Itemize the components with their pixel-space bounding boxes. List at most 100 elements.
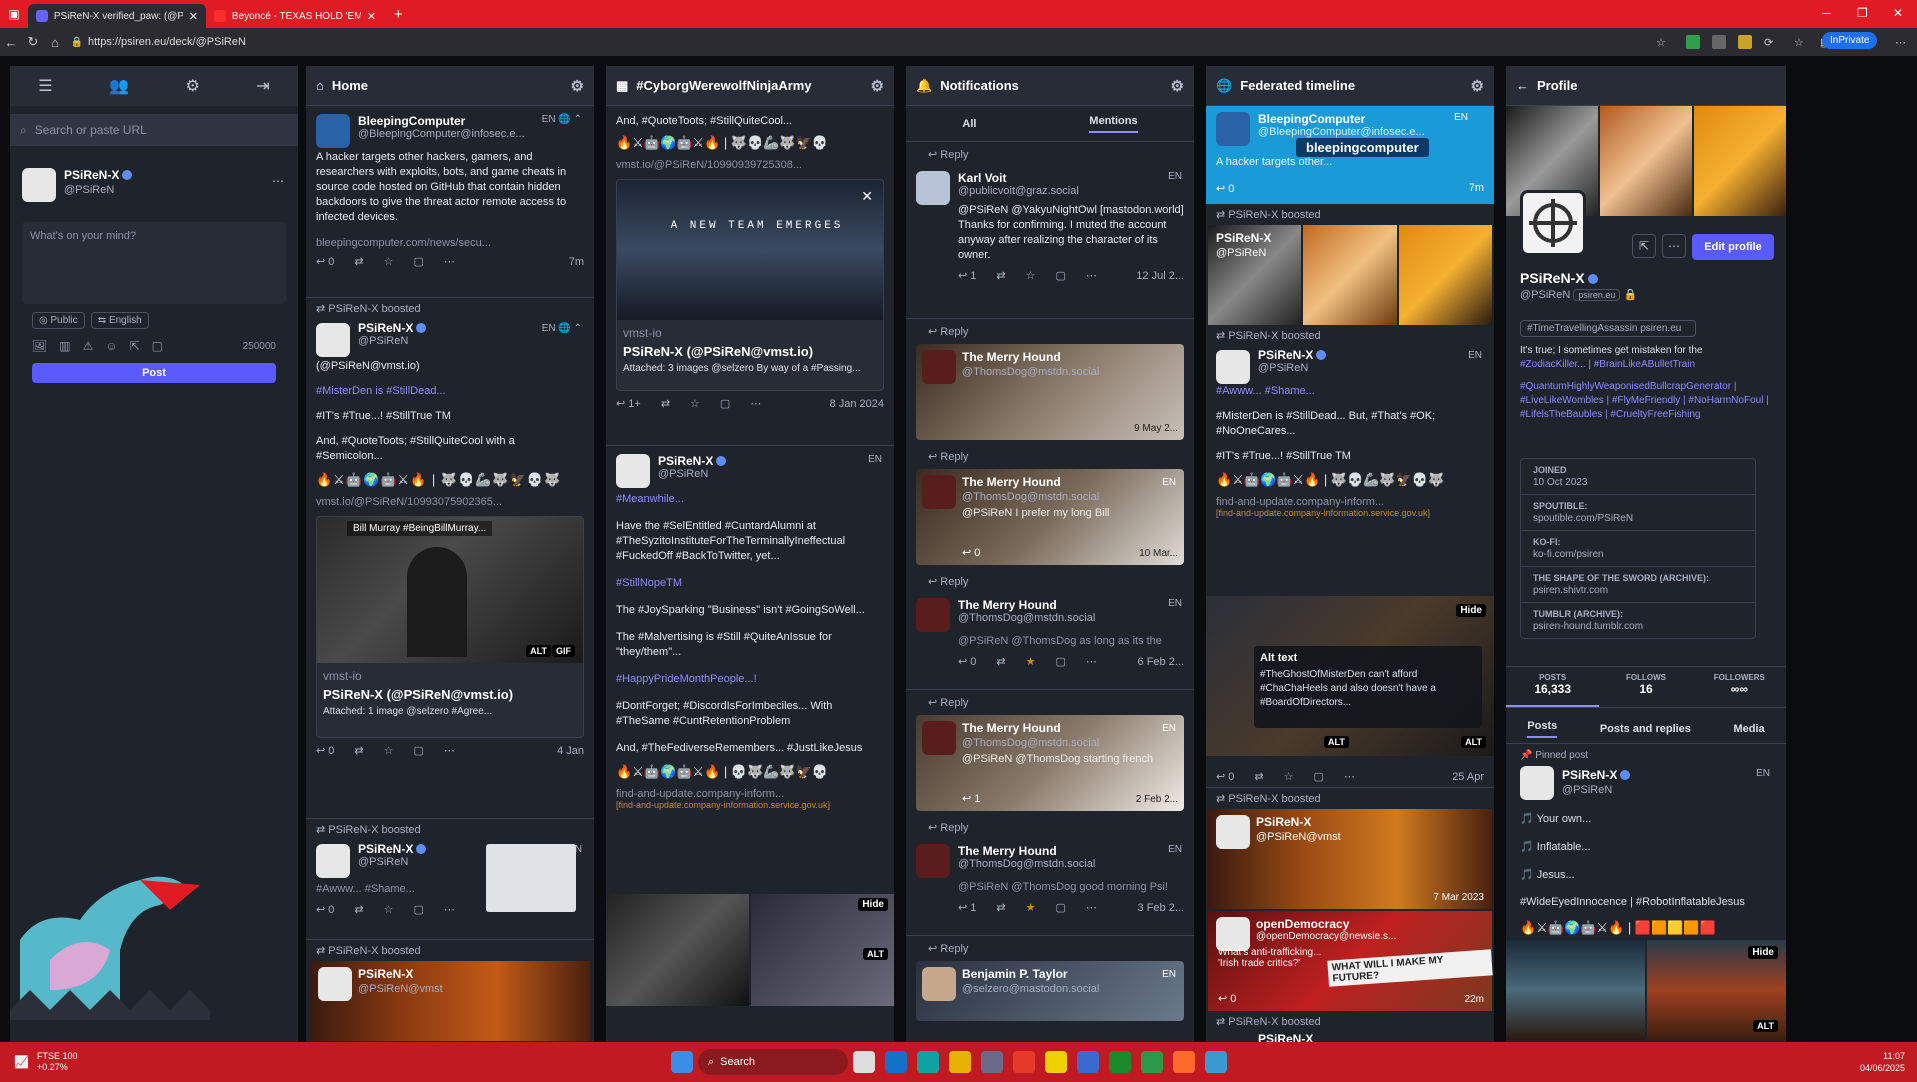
- favourite-icon[interactable]: ☆: [384, 903, 394, 916]
- reply-button[interactable]: ↩ 1+: [616, 397, 641, 410]
- media-gallery[interactable]: PSiReN-X @PSiReN: [1208, 225, 1492, 325]
- attach-media-icon[interactable]: 🖼: [32, 339, 47, 353]
- post-time[interactable]: 8 Jan 2024: [830, 398, 884, 410]
- avatar[interactable]: [916, 844, 950, 878]
- screenshot-thumbnail[interactable]: [486, 844, 576, 912]
- boost-icon[interactable]: ⇄: [354, 255, 363, 268]
- post-link[interactable]: vmst.io/@PSiReN/10993075902365...: [316, 496, 584, 508]
- media-gallery[interactable]: Hide Alt text #TheGhostOfMisterDen can't…: [1206, 596, 1494, 756]
- post-time[interactable]: 3 Feb 2...: [1138, 902, 1184, 914]
- avatar[interactable]: [1520, 766, 1554, 800]
- bookmark-icon[interactable]: ▢: [1056, 655, 1066, 668]
- reply-button[interactable]: ↩ 0: [1216, 770, 1234, 783]
- more-icon[interactable]: ⋯: [444, 903, 455, 916]
- reply-button[interactable]: ↩ 0: [316, 255, 334, 268]
- boost-icon[interactable]: ⇄: [996, 901, 1005, 914]
- avatar[interactable]: [1216, 350, 1250, 384]
- favourite-icon[interactable]: ★: [1026, 655, 1036, 668]
- post-handle[interactable]: @PSiReN: [1258, 362, 1484, 374]
- notification-item[interactable]: The Merry Hound @ThomsDog@mstdn.social E…: [906, 590, 1194, 690]
- post-time[interactable]: 25 Apr: [1452, 771, 1484, 783]
- avatar[interactable]: [22, 168, 56, 202]
- post-author[interactable]: The Merry Hound: [958, 598, 1057, 612]
- more-icon[interactable]: ⋯: [444, 255, 455, 268]
- stock-widget[interactable]: FTSE 100 +0.27%: [37, 1051, 78, 1073]
- app-icon[interactable]: [1013, 1051, 1035, 1073]
- inprivate-badge[interactable]: InPrivate: [1822, 32, 1878, 49]
- avatar[interactable]: [916, 171, 950, 205]
- link-card[interactable]: Bill Murray #BeingBillMurray... ALT GIF …: [316, 516, 584, 738]
- status-post[interactable]: BleepingComputer @BleepingComputer@infos…: [306, 106, 594, 298]
- avatar[interactable]: [316, 114, 350, 148]
- post-time[interactable]: 2 Feb 2...: [1136, 794, 1178, 805]
- gear-icon[interactable]: ⚙: [871, 77, 884, 95]
- search-input[interactable]: Search or paste URL: [35, 123, 147, 137]
- reply-button[interactable]: ↩ 0: [962, 546, 980, 559]
- card-title[interactable]: PSiReN-X (@PSiReN@vmst.io): [617, 340, 883, 363]
- bookmark-icon[interactable]: ▢: [720, 397, 730, 410]
- post-author[interactable]: Karl Voit: [958, 171, 1006, 185]
- back-icon[interactable]: ←: [1516, 78, 1529, 93]
- notification-media[interactable]: The Merry Hound @ThomsDog@mstdn.social 9…: [916, 344, 1184, 440]
- favourite-icon[interactable]: ☆: [1026, 269, 1036, 282]
- language-button[interactable]: ⇆ English: [90, 312, 149, 329]
- favorites-icon[interactable]: ☆: [1794, 36, 1804, 49]
- post-author[interactable]: PSiReN-X: [358, 842, 413, 856]
- reply-button[interactable]: ↩ 1: [958, 901, 976, 914]
- close-icon[interactable]: ✕: [861, 188, 873, 205]
- windows-start-icon[interactable]: [671, 1051, 693, 1073]
- avatar[interactable]: [922, 350, 956, 384]
- bookmark-icon[interactable]: ▢: [414, 744, 424, 757]
- reply-button[interactable]: ↩ 1: [962, 792, 980, 805]
- more-icon[interactable]: ⋯: [1086, 901, 1097, 914]
- tab-media[interactable]: Media: [1734, 723, 1765, 735]
- post-time[interactable]: 6 Feb 2...: [1138, 656, 1184, 668]
- post-handle[interactable]: @PSiReN: [658, 468, 884, 480]
- app-icon[interactable]: [981, 1051, 1003, 1073]
- edit-profile-button[interactable]: Edit profile: [1692, 234, 1774, 260]
- post-handle[interactable]: @ThomsDog@mstdn.social: [962, 737, 1099, 749]
- media-image[interactable]: Hide ALT: [751, 894, 894, 1006]
- compose-textarea[interactable]: What's on your mind?: [22, 222, 286, 304]
- post-time[interactable]: 22m: [1465, 994, 1484, 1005]
- post-author[interactable]: The Merry Hound: [962, 475, 1061, 489]
- profile-avatar[interactable]: [1520, 190, 1586, 256]
- reply-button[interactable]: ↩ 0: [316, 903, 334, 916]
- post-link[interactable]: bleepingcomputer.com/news/secu...: [316, 237, 584, 249]
- extension-icon[interactable]: [1738, 35, 1752, 49]
- avatar[interactable]: [1216, 112, 1250, 146]
- browser-tab-psiren[interactable]: PSiReN-X verified_paw: (@PSiReN ✕: [28, 4, 206, 28]
- post-link[interactable]: find-and-update.company-inform...: [616, 788, 884, 800]
- post-author[interactable]: PSiReN-X: [1258, 348, 1313, 362]
- bookmark-icon[interactable]: ▢: [414, 903, 424, 916]
- share-icon[interactable]: ⇱: [130, 339, 140, 353]
- more-icon[interactable]: ⋯: [1662, 234, 1686, 258]
- post-author[interactable]: BleepingComputer: [1258, 112, 1365, 126]
- post-author[interactable]: The Merry Hound: [962, 721, 1061, 735]
- post-image[interactable]: PSiReN-X @PSiReN@vmst: [310, 961, 590, 1041]
- post-time[interactable]: 9 May 2...: [1134, 423, 1178, 434]
- browser-tab-beyonce[interactable]: Beyoncé - TEXAS HOLD 'EM [Dev ✕: [206, 4, 384, 28]
- reply-button[interactable]: ↩ 0: [958, 655, 976, 668]
- status-post[interactable]: PSiReN-X @PSiReN EN #Awww... #Shame... #…: [1206, 346, 1494, 788]
- followers-count[interactable]: FOLLOWERS ∞∞: [1693, 667, 1786, 707]
- xbox-icon[interactable]: [1109, 1051, 1131, 1073]
- bookmark-icon[interactable]: ▢: [414, 255, 424, 268]
- post-author[interactable]: The Merry Hound: [958, 844, 1057, 858]
- back-icon[interactable]: ←: [0, 35, 22, 50]
- post-time[interactable]: 7 Mar 2023: [1433, 892, 1484, 903]
- post-handle[interactable]: @openDemocracy@newsie.s...: [1256, 931, 1396, 942]
- avatar[interactable]: [318, 967, 352, 1001]
- bookmark-icon[interactable]: ▢: [1314, 770, 1324, 783]
- status-post[interactable]: PSiReN-X @PSiReN EN #Awww... #Shame... ↩…: [306, 840, 594, 940]
- tab-posts-and-replies[interactable]: Posts and replies: [1600, 723, 1691, 735]
- post-author[interactable]: PSiReN-X: [358, 321, 413, 335]
- post-handle[interactable]: @PSiReN: [1562, 784, 1612, 796]
- post-time[interactable]: 12 Jul 2...: [1136, 270, 1184, 282]
- media-gallery[interactable]: Hide ALT: [606, 894, 894, 1006]
- reply-button[interactable]: ↩ 1: [958, 269, 976, 282]
- post-author[interactable]: PSiReN-X: [658, 454, 713, 468]
- alt-badge[interactable]: ALT: [526, 645, 551, 657]
- post-handle[interactable]: @PSiReN: [358, 335, 584, 347]
- post-link[interactable]: find-and-update.company-inform...: [1216, 496, 1484, 508]
